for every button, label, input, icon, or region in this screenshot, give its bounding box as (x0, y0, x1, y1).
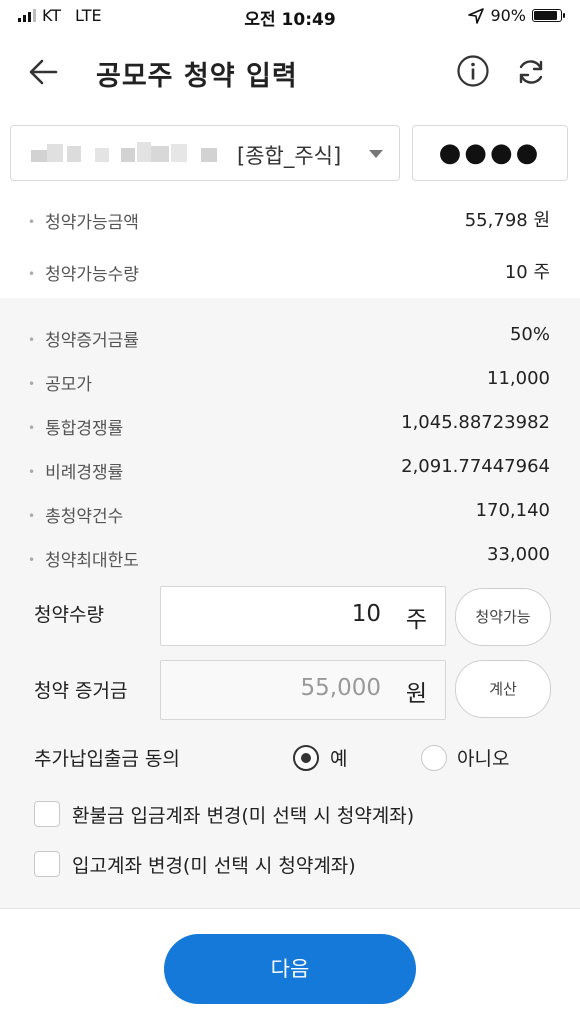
info-icon[interactable] (456, 54, 490, 88)
status-bar: KT LTE 오전 10:49 90% (0, 0, 580, 34)
deposit-input: 55,000 원 (160, 660, 446, 720)
quantity-value: 10 (351, 601, 381, 627)
masked-account-number (201, 148, 217, 162)
available-quantity-row: 청약가능수량 10 주 (0, 250, 580, 290)
battery-icon (532, 9, 565, 22)
row-value: 50% (509, 324, 550, 345)
max-quantity-button[interactable]: 청약가능 (455, 588, 551, 646)
detail-row: 통합경쟁률 1,045.88723982 (0, 404, 580, 444)
quantity-label: 청약수량 (34, 604, 104, 626)
refund-account-checkbox[interactable] (34, 801, 60, 827)
page-title: 공모주 청약 입력 (96, 61, 298, 92)
row-value: 170,140 (475, 500, 550, 521)
row-label: 총청약건수 (28, 502, 123, 527)
quantity-unit: 주 (405, 607, 427, 633)
row-value: 11,000 (487, 368, 550, 389)
stock-account-checkbox[interactable] (34, 851, 60, 877)
masked-account-number (121, 148, 135, 162)
status-right: 90% (468, 6, 565, 25)
dropdown-caret-icon (369, 150, 383, 158)
deposit-unit: 원 (405, 681, 427, 707)
masked-account-number (31, 150, 47, 162)
row-label: 청약가능금액 (28, 208, 139, 233)
consent-yes-label[interactable]: 예 (330, 744, 347, 771)
detail-row: 청약증거금률 50% (0, 316, 580, 356)
row-label: 청약가능수량 (28, 260, 139, 285)
masked-account-number (67, 146, 81, 162)
app-header: 공모주 청약 입력 (0, 40, 580, 104)
row-label: 비례경쟁률 (28, 458, 123, 483)
available-amount-row: 청약가능금액 55,798 원 (0, 198, 580, 238)
location-arrow-icon (468, 7, 485, 24)
next-button[interactable]: 다음 (164, 934, 416, 1004)
row-value: 10 주 (504, 262, 550, 283)
row-label: 청약증거금률 (28, 326, 139, 351)
refresh-icon[interactable] (514, 55, 548, 89)
row-value: 2,091.77447964 (401, 456, 550, 477)
deposit-value: 55,000 (300, 675, 381, 701)
refund-account-label[interactable]: 환불금 입금계좌 변경(미 선택 시 청약계좌) (72, 801, 414, 828)
row-value: 1,045.88723982 (401, 412, 550, 433)
stock-account-label[interactable]: 입고계좌 변경(미 선택 시 청약계좌) (72, 851, 356, 878)
detail-row: 청약최대한도 33,000 (0, 536, 580, 576)
deposit-label: 청약 증거금 (34, 680, 128, 702)
account-type: [종합_주식] (237, 144, 342, 168)
consent-label: 추가납입출금 동의 (34, 748, 180, 770)
row-value: 55,798 원 (464, 210, 550, 231)
masked-account-number (151, 146, 169, 162)
password-field[interactable]: ●●●● (412, 125, 568, 181)
row-label: 통합경쟁률 (28, 414, 123, 439)
account-select[interactable]: [종합_주식] (10, 125, 400, 181)
masked-account-number (47, 144, 63, 162)
consent-no-label[interactable]: 아니오 (457, 744, 509, 771)
masked-account-number (137, 142, 151, 162)
consent-yes-radio[interactable] (293, 745, 319, 771)
row-value: 33,000 (487, 544, 550, 565)
masked-account-number (95, 148, 109, 162)
consent-no-radio[interactable] (421, 745, 447, 771)
battery-percent: 90% (490, 6, 526, 25)
row-label: 청약최대한도 (28, 546, 139, 571)
quantity-input[interactable]: 10 주 (160, 586, 446, 646)
detail-row: 공모가 11,000 (0, 360, 580, 400)
masked-account-number (171, 144, 187, 162)
back-arrow-icon[interactable] (26, 54, 62, 90)
detail-row: 비례경쟁률 2,091.77447964 (0, 448, 580, 488)
calculate-button[interactable]: 계산 (455, 660, 551, 718)
row-label: 공모가 (28, 370, 92, 395)
detail-row: 총청약건수 170,140 (0, 492, 580, 532)
